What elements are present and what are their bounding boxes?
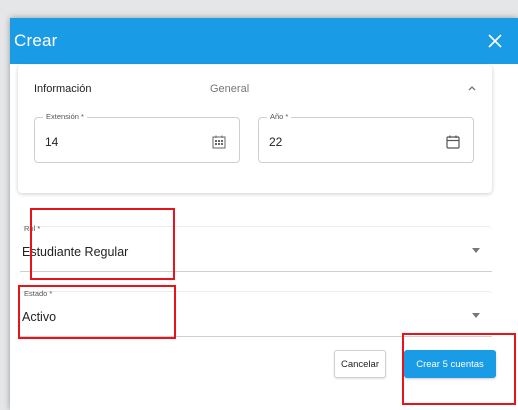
status-select-label: Estado * <box>24 289 53 298</box>
status-select[interactable]: Estado * Activo <box>20 289 492 337</box>
dropdown-arrow-icon[interactable] <box>472 313 480 318</box>
role-select-label: Rol * <box>24 224 41 233</box>
role-select-value: Estudiante Regular <box>22 245 129 259</box>
cancel-button[interactable]: Cancelar <box>334 350 386 378</box>
info-section-subtitle: General <box>210 83 250 95</box>
info-section-card: Información General Extensión * 14 Año *… <box>18 65 492 193</box>
extension-field[interactable]: Extensión * 14 <box>34 112 240 163</box>
dropdown-arrow-icon[interactable] <box>472 248 480 253</box>
year-field-label: Año * <box>267 112 292 121</box>
info-section-title: Información <box>34 83 92 95</box>
create-accounts-button[interactable]: Crear 5 cuentas <box>404 350 496 378</box>
extension-field-label: Extensión * <box>43 112 87 121</box>
calendar-icon[interactable] <box>445 134 461 150</box>
extension-field-value: 14 <box>45 135 59 149</box>
role-select[interactable]: Rol * Estudiante Regular <box>20 224 492 272</box>
chevron-up-icon[interactable] <box>466 81 478 93</box>
close-icon[interactable] <box>484 30 506 52</box>
calendar-grid-icon[interactable] <box>211 134 227 150</box>
status-select-value: Activo <box>22 310 57 324</box>
year-field[interactable]: Año * 22 <box>258 112 474 163</box>
dialog-title: Crear <box>14 31 58 50</box>
year-field-value: 22 <box>269 135 283 149</box>
dialog-header: Crear <box>10 18 518 64</box>
